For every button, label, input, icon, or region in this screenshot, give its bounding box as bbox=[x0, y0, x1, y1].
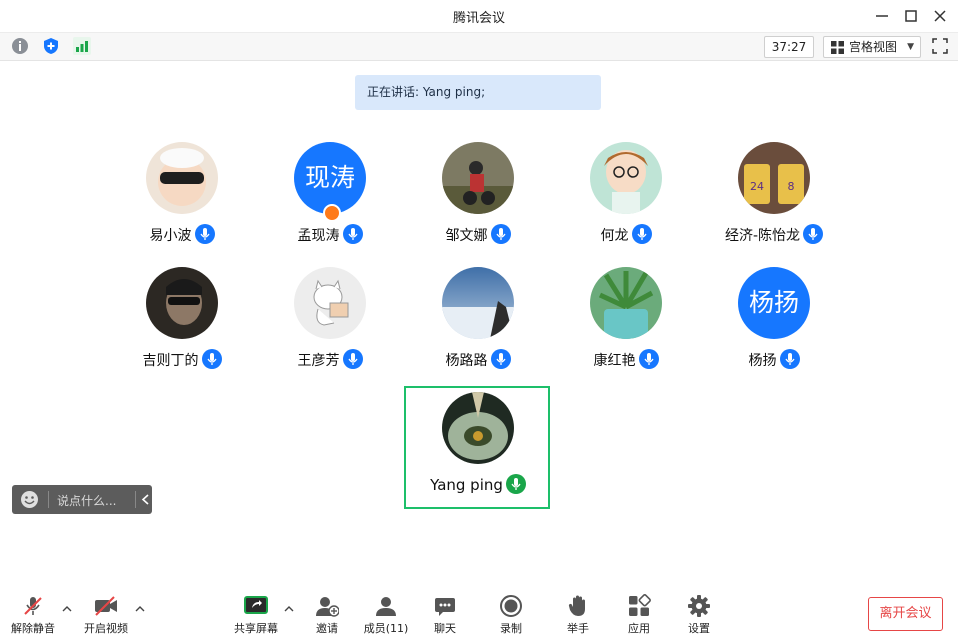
microphone-icon bbox=[631, 224, 652, 244]
participant-name: Yang ping bbox=[430, 476, 503, 494]
svg-text:8: 8 bbox=[788, 180, 795, 193]
chat-icon bbox=[435, 598, 455, 616]
emoji-icon[interactable] bbox=[20, 490, 39, 509]
svg-text:24: 24 bbox=[750, 180, 764, 193]
security-shield-icon[interactable] bbox=[41, 36, 61, 56]
meeting-timer: 37:27 bbox=[764, 36, 814, 58]
participant-tile[interactable]: Yang ping bbox=[418, 392, 538, 502]
close-icon[interactable] bbox=[930, 6, 950, 26]
chevron-up-icon[interactable] bbox=[283, 600, 295, 612]
participant-name: 易小波 bbox=[149, 228, 192, 244]
microphone-icon bbox=[201, 349, 222, 369]
divider bbox=[48, 491, 49, 508]
participant-name: 吉则丁的 bbox=[142, 353, 199, 369]
window-title: 腾讯会议 bbox=[452, 11, 505, 26]
participant-name: 杨路路 bbox=[445, 353, 488, 369]
share-screen-icon bbox=[244, 596, 268, 614]
avatar bbox=[442, 392, 514, 464]
microphone-icon bbox=[779, 349, 800, 369]
microphone-icon bbox=[490, 224, 511, 244]
participant-name: 王彦芳 bbox=[297, 353, 340, 369]
chat-quick-input[interactable]: 说点什么... bbox=[12, 485, 152, 514]
camera-off-icon bbox=[95, 596, 117, 616]
participant-tile[interactable]: 何龙 bbox=[566, 142, 686, 252]
title-bar: 腾讯会议 bbox=[0, 0, 958, 33]
settings-label: 设置 bbox=[688, 622, 710, 635]
avatar: 24 8 bbox=[738, 142, 810, 214]
participant-tile[interactable]: 吉则丁的 bbox=[122, 267, 242, 377]
chevron-up-icon[interactable] bbox=[61, 600, 73, 612]
avatar bbox=[442, 267, 514, 339]
members-icon bbox=[376, 597, 396, 616]
meeting-controls: 解除静音 开启视频 共享屏幕 邀请 成员(11) 聊天 录制 举手 应用 设置 bbox=[0, 580, 958, 639]
participant-name: 康红艳 bbox=[593, 353, 636, 369]
participant-name: 杨扬 bbox=[748, 353, 777, 369]
participant-name: 孟现涛 bbox=[297, 228, 340, 244]
start-video-label: 开启视频 bbox=[84, 622, 128, 635]
participant-name: 邹文娜 bbox=[445, 228, 488, 244]
participant-name: 何龙 bbox=[600, 228, 629, 244]
participant-tile[interactable]: 邹文娜 bbox=[418, 142, 538, 252]
avatar bbox=[590, 142, 662, 214]
microphone-icon bbox=[638, 349, 659, 369]
avatar bbox=[146, 142, 218, 214]
signal-strength-icon[interactable] bbox=[72, 36, 92, 56]
participant-tile[interactable]: 现涛 孟现涛 bbox=[270, 142, 390, 252]
avatar bbox=[442, 142, 514, 214]
chevron-left-icon[interactable] bbox=[141, 494, 150, 505]
chat-button[interactable]: 聊天 bbox=[415, 580, 475, 639]
microphone-icon bbox=[490, 349, 511, 369]
maximize-icon[interactable] bbox=[901, 6, 921, 26]
participant-tile[interactable]: 杨路路 bbox=[418, 267, 538, 377]
microphone-icon bbox=[194, 224, 215, 244]
meeting-toolbar: 37:27 宫格视图 ▼ bbox=[0, 33, 958, 61]
share-screen-button[interactable]: 共享屏幕 bbox=[226, 580, 286, 639]
microphone-icon bbox=[342, 349, 363, 369]
raise-hand-icon bbox=[568, 595, 585, 616]
participant-tile[interactable]: 24 8 经济-陈怡龙 bbox=[714, 142, 834, 252]
chevron-down-icon: ▼ bbox=[907, 42, 914, 52]
view-mode-label: 宫格视图 bbox=[849, 40, 898, 54]
chevron-up-icon[interactable] bbox=[134, 600, 146, 612]
participant-tile[interactable]: 康红艳 bbox=[566, 267, 686, 377]
avatar bbox=[590, 267, 662, 339]
minimize-icon[interactable] bbox=[872, 6, 892, 26]
participant-tile[interactable]: 王彦芳 bbox=[270, 267, 390, 377]
participant-tile[interactable]: 杨扬 杨扬 bbox=[714, 267, 834, 377]
gear-icon bbox=[688, 595, 710, 617]
chat-placeholder: 说点什么... bbox=[57, 494, 117, 508]
grid-view-icon bbox=[831, 41, 844, 54]
microphone-active-icon bbox=[505, 474, 526, 494]
record-button[interactable]: 录制 bbox=[481, 580, 541, 639]
microphone-icon bbox=[803, 224, 824, 244]
divider bbox=[135, 491, 136, 508]
record-icon bbox=[500, 595, 522, 617]
info-icon[interactable] bbox=[10, 36, 30, 56]
apps-icon bbox=[629, 594, 651, 616]
avatar bbox=[294, 267, 366, 339]
add-user-icon bbox=[316, 597, 339, 617]
start-video-button[interactable]: 开启视频 bbox=[76, 580, 136, 639]
avatar bbox=[146, 267, 218, 339]
fullscreen-icon[interactable] bbox=[930, 36, 950, 56]
host-badge-icon bbox=[323, 204, 341, 222]
speaking-indicator: 正在讲话: Yang ping; bbox=[355, 75, 601, 110]
unmute-button[interactable]: 解除静音 bbox=[3, 580, 63, 639]
unmute-label: 解除静音 bbox=[11, 622, 55, 635]
participant-tile[interactable]: 易小波 bbox=[122, 142, 242, 252]
leave-meeting-button[interactable]: 离开会议 bbox=[868, 597, 943, 631]
avatar: 杨扬 bbox=[738, 267, 810, 339]
view-mode-dropdown[interactable]: 宫格视图 ▼ bbox=[823, 36, 921, 58]
settings-button[interactable]: 设置 bbox=[669, 580, 729, 639]
microphone-icon bbox=[342, 224, 363, 244]
participant-name: 经济-陈怡龙 bbox=[724, 228, 801, 244]
microphone-muted-icon bbox=[24, 597, 42, 615]
share-screen-label: 共享屏幕 bbox=[234, 622, 278, 635]
